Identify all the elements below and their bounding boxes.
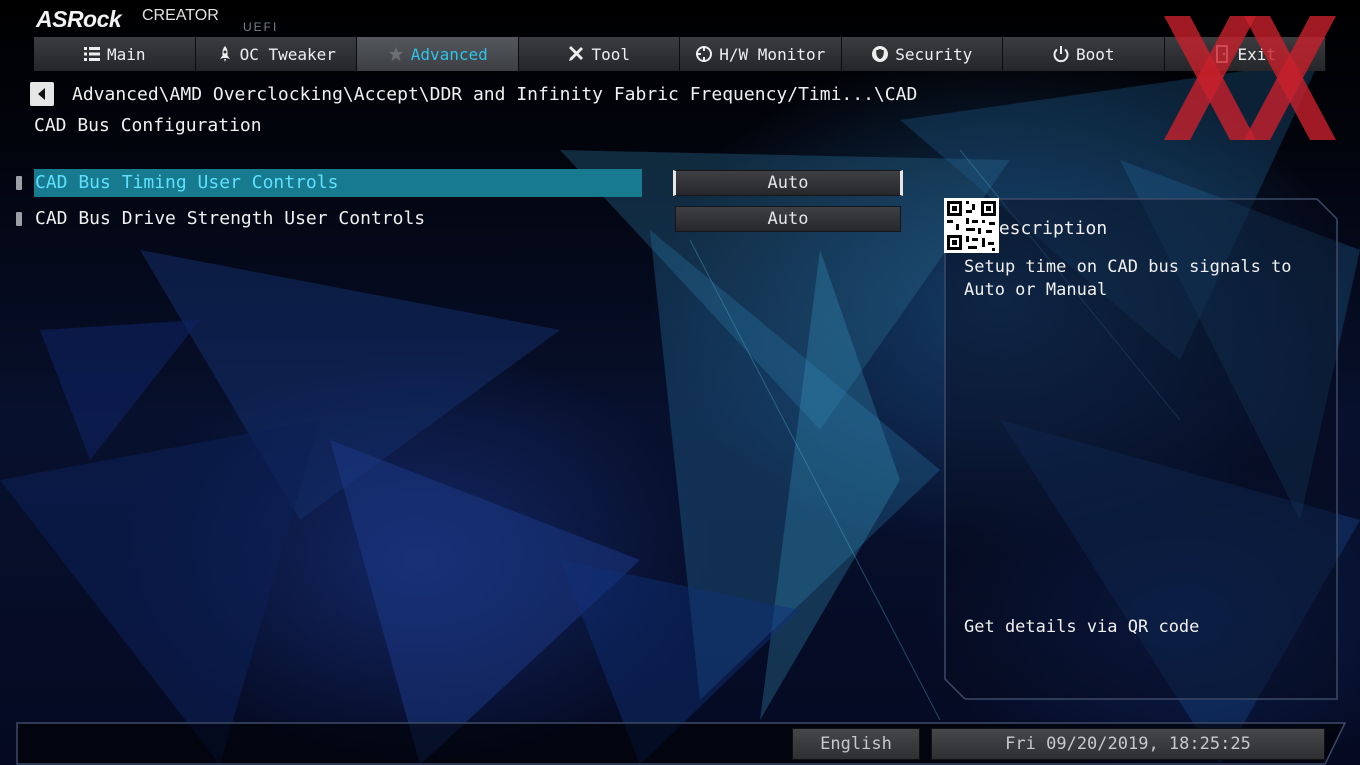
tab-main-label: Main (106, 44, 146, 64)
back-button[interactable] (30, 82, 54, 106)
tab-oc-tweaker-label: OC Tweaker (239, 44, 336, 64)
row-marker (16, 176, 22, 190)
setting-label[interactable]: CAD Bus Timing User Controls (34, 169, 642, 197)
qr-code-icon (944, 198, 999, 253)
tab-tool-label: Tool (591, 44, 631, 64)
setting-value-dropdown[interactable]: Auto (675, 206, 901, 232)
tab-hw-monitor[interactable]: H/W Monitor (680, 37, 842, 71)
tab-hw-monitor-label: H/W Monitor (719, 44, 826, 64)
tools-icon (569, 46, 584, 61)
datetime-display[interactable]: Fri 09/20/2019, 18:25:25 (931, 728, 1325, 760)
tab-advanced[interactable]: Advanced (357, 37, 519, 71)
tab-security-label: Security (895, 44, 973, 64)
language-button[interactable]: English (792, 728, 920, 760)
logo-brand: ASRock (36, 6, 122, 32)
tab-advanced-label: Advanced (410, 44, 488, 64)
xx-watermark (1164, 16, 1336, 140)
top-nav: Main OC Tweaker Advanced Tool H/W Monito… (34, 37, 1326, 71)
qr-label: Get details via QR code (964, 617, 1200, 637)
page-title: CAD Bus Configuration (34, 115, 262, 136)
crosshair-icon (696, 46, 713, 62)
logo-subtitle: UEFI (243, 20, 279, 34)
rocket-icon (219, 46, 230, 62)
breadcrumb: Advanced\AMD Overclocking\Accept\DDR and… (72, 84, 918, 105)
setting-label[interactable]: CAD Bus Drive Strength User Controls (34, 205, 642, 233)
setting-value-dropdown[interactable]: Auto (673, 170, 903, 196)
logo-product: CREATOR (142, 7, 219, 24)
tab-security[interactable]: Security (841, 37, 1003, 71)
back-arrow-icon (38, 88, 45, 100)
power-icon (1053, 46, 1069, 63)
shield-icon (872, 46, 889, 62)
tab-tool[interactable]: Tool (518, 37, 680, 71)
tab-oc-tweaker[interactable]: OC Tweaker (195, 37, 357, 71)
row-marker (16, 212, 22, 226)
description-panel: Description Setup time on CAD bus signal… (944, 198, 1338, 700)
tab-main[interactable]: Main (34, 37, 196, 71)
tab-boot-label: Boot (1075, 44, 1115, 64)
star-icon (388, 47, 403, 61)
tab-boot[interactable]: Boot (1003, 37, 1165, 71)
description-text: Setup time on CAD bus signals to Auto or… (964, 257, 1292, 300)
list-icon (83, 47, 100, 61)
description-title: Description (988, 218, 1108, 239)
setting-row-cad-bus-drive-strength[interactable]: CAD Bus Drive Strength User Controls Aut… (0, 205, 940, 233)
setting-row-cad-bus-timing[interactable]: CAD Bus Timing User Controls Auto (0, 169, 940, 197)
bios-screen: ASRock CREATOR UEFI Main OC Tweaker Adva… (0, 0, 1360, 765)
